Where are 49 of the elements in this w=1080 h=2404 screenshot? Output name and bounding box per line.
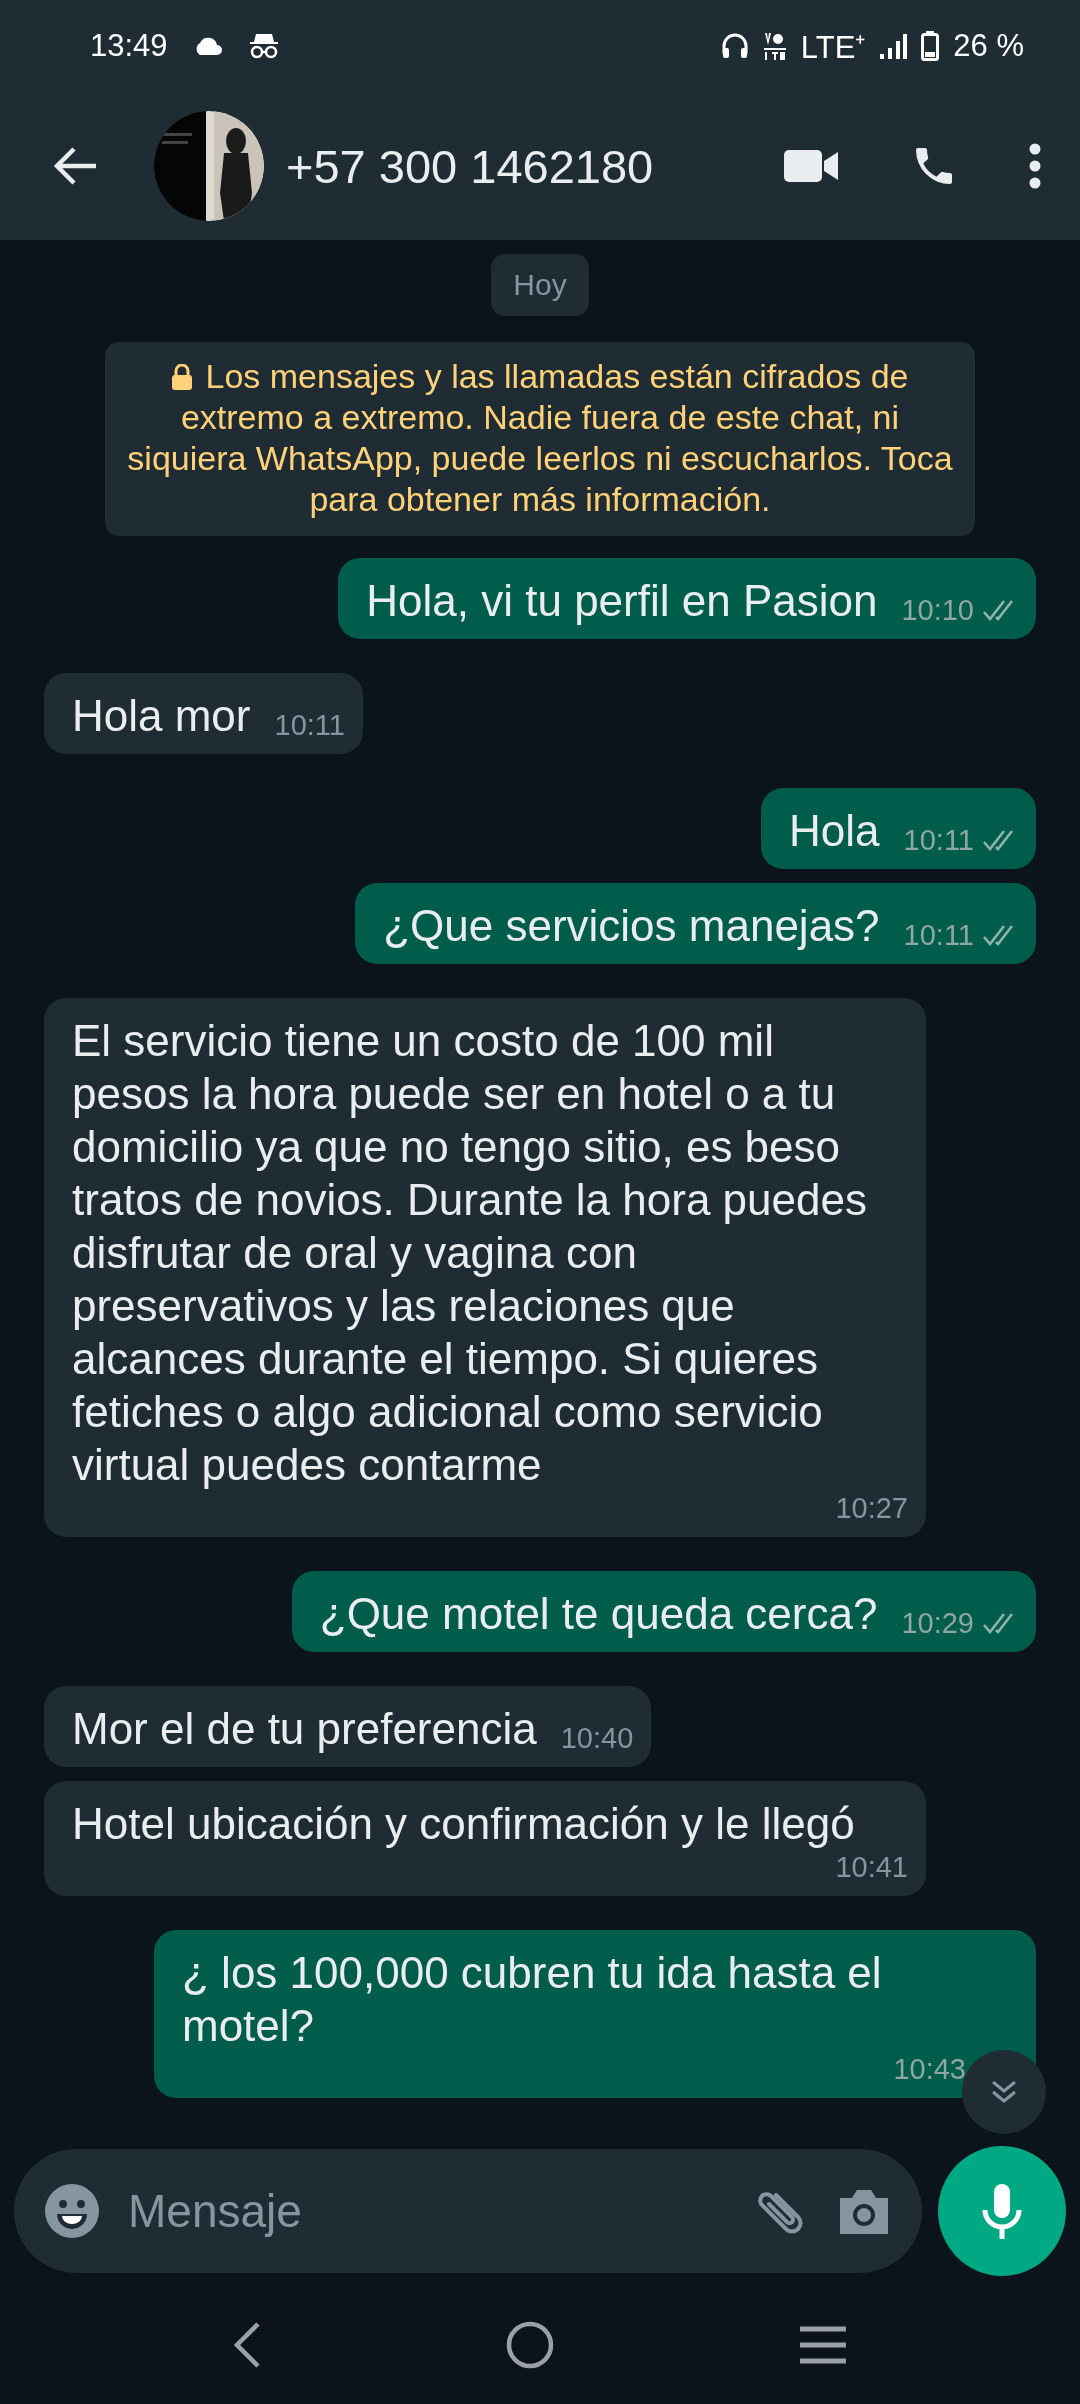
message-bar[interactable]: Mensaje [14,2149,922,2273]
volte-icon [762,31,787,61]
date-chip: Hoy [491,254,589,316]
home-nav-icon[interactable] [506,2321,554,2369]
message-time: 10:41 [835,1850,908,1884]
encryption-notice[interactable]: Los mensajes y las llamadas están cifrados de extremo a extremo. Nadie fuera de este chat, ni siquiera WhatsApp, puede leerlos ni escucharlos. Toca para obtener más información. [105,342,975,536]
contact-name[interactable]: +57 300 1462180 [286,138,784,194]
message-text: Hola, vi tu perfil en Pasion [366,575,878,627]
message-time: 10:10 [901,593,974,627]
message-text: El servicio tiene un costo de 100 mil pesos la hora puede ser en hotel o a tu domicilio ya que no tengo sitio, es beso tratos de novios. Durante la hora puedes disfrutar de oral y vagina con preservativos y las relaciones que alcances durante el tiempo. Si quieres fetiches o algo adicional como servicio virtual puedes contarme [72,1015,868,1491]
microphone-icon [980,2182,1024,2240]
battery-icon [921,31,940,61]
message-time: 10:40 [560,1721,634,1755]
message-bubble[interactable]: Hola 10:11 [761,788,1036,869]
message-text: Hola mor [72,690,251,742]
message-time: 10:11 [903,918,974,952]
back-nav-icon[interactable] [232,2321,262,2369]
message-text: ¿Que servicios manejas? [383,900,880,952]
message-bubble[interactable]: Mor el de tu preferencia 10:40 [44,1686,652,1767]
network-type: LTE⁺ [800,29,866,67]
message-bubble[interactable] [44,998,926,1537]
incognito-icon [247,32,280,60]
message-bubble[interactable]: ¿ los 100,000 cubren tu ida hasta el motel? 10:43 [154,1930,1036,2098]
message-bubble[interactable]: Hola, vi tu perfil en Pasion 10:10 [338,558,1036,639]
message-text: Hola [789,805,880,857]
back-arrow-icon[interactable] [52,146,98,186]
message-time: 10:43 [893,2052,966,2086]
message-bubble[interactable]: ¿Que motel te queda cerca? 10:29 [291,1571,1036,1652]
message-text: ¿ los 100,000 cubren tu ida hasta el motel? [182,1947,883,2052]
headphones-icon [720,32,749,60]
message-text: ¿Que motel te queda cerca? [319,1588,878,1640]
message-text: Mor el de tu preferencia [72,1703,537,1755]
signal-icon [879,33,908,59]
message-time: 10:11 [274,708,345,742]
more-options-icon[interactable] [1028,143,1042,189]
message-bubble[interactable]: ¿Que servicios manejas? 10:11 [355,883,1036,964]
battery-percent: 26 % [953,28,1024,64]
message-time: 10:11 [903,823,974,857]
status-time: 13:49 [90,28,168,64]
message-bubble[interactable]: Hotel ubicación y confirmación y le llegó 10:41 [44,1781,926,1896]
video-call-icon[interactable] [784,148,840,184]
message-bubble[interactable]: Hola mor 10:11 [44,673,363,754]
emoji-icon[interactable] [44,2183,100,2239]
message-time: 10:29 [901,1606,974,1640]
message-field[interactable]: Mensaje [126,2183,728,2239]
message-text: Hotel ubicación y confirmación y le llegó [72,1798,855,1850]
recents-nav-icon[interactable] [798,2325,848,2365]
message-time: 10:27 [835,1491,908,1525]
lock-icon [171,364,194,390]
